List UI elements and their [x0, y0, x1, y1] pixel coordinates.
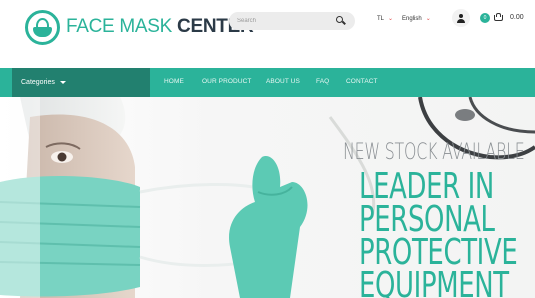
hero-title: LEADER IN PERSONAL PROTECTIVE EQUIPMENT: [359, 166, 518, 298]
search-input[interactable]: [237, 14, 332, 28]
currency-selector[interactable]: TL ⌄: [377, 15, 394, 23]
site-header: FACE MASK CENTER TL ⌄ English ⌄ 0 0.00: [0, 0, 535, 68]
chevron-down-icon: ⌄: [425, 16, 431, 22]
chevron-down-icon: ⌄: [388, 16, 394, 22]
site-logo[interactable]: FACE MASK CENTER: [25, 8, 254, 46]
face-mask-logo-icon: [25, 9, 60, 45]
nav-item-about-us[interactable]: ABOUT US: [266, 78, 300, 85]
doctor-with-mask-image: [0, 97, 308, 298]
nav-item-faq[interactable]: FAQ: [316, 78, 329, 85]
cart-button[interactable]: 0 0.00: [478, 9, 535, 27]
logo-text-light: FACE MASK: [66, 16, 173, 37]
caret-down-icon: [59, 81, 66, 84]
cart-total: 0.00: [510, 14, 524, 21]
hero-subtitle: NEW STOCK AVAILABLE: [343, 140, 525, 165]
basket-icon: [493, 13, 503, 21]
categories-label: Categories: [21, 79, 55, 86]
search-bar: [229, 12, 355, 30]
main-navigation: Categories HOME OUR PRODUCT ABOUT US FAQ…: [0, 68, 535, 97]
cart-count-badge: 0: [480, 13, 490, 23]
language-label: English: [402, 15, 422, 22]
nav-item-contact[interactable]: CONTACT: [346, 78, 378, 85]
search-icon[interactable]: [336, 16, 343, 23]
logo-text: FACE MASK CENTER: [66, 16, 254, 38]
account-button[interactable]: [452, 9, 470, 27]
categories-dropdown[interactable]: Categories: [12, 68, 150, 97]
nav-item-home[interactable]: HOME: [164, 78, 184, 85]
language-selector[interactable]: English ⌄: [402, 15, 431, 23]
user-icon: [457, 13, 465, 23]
nav-item-our-product[interactable]: OUR PRODUCT: [202, 78, 252, 85]
currency-label: TL: [377, 15, 385, 22]
hero-banner[interactable]: NEW STOCK AVAILABLE LEADER IN PERSONAL P…: [0, 97, 535, 298]
